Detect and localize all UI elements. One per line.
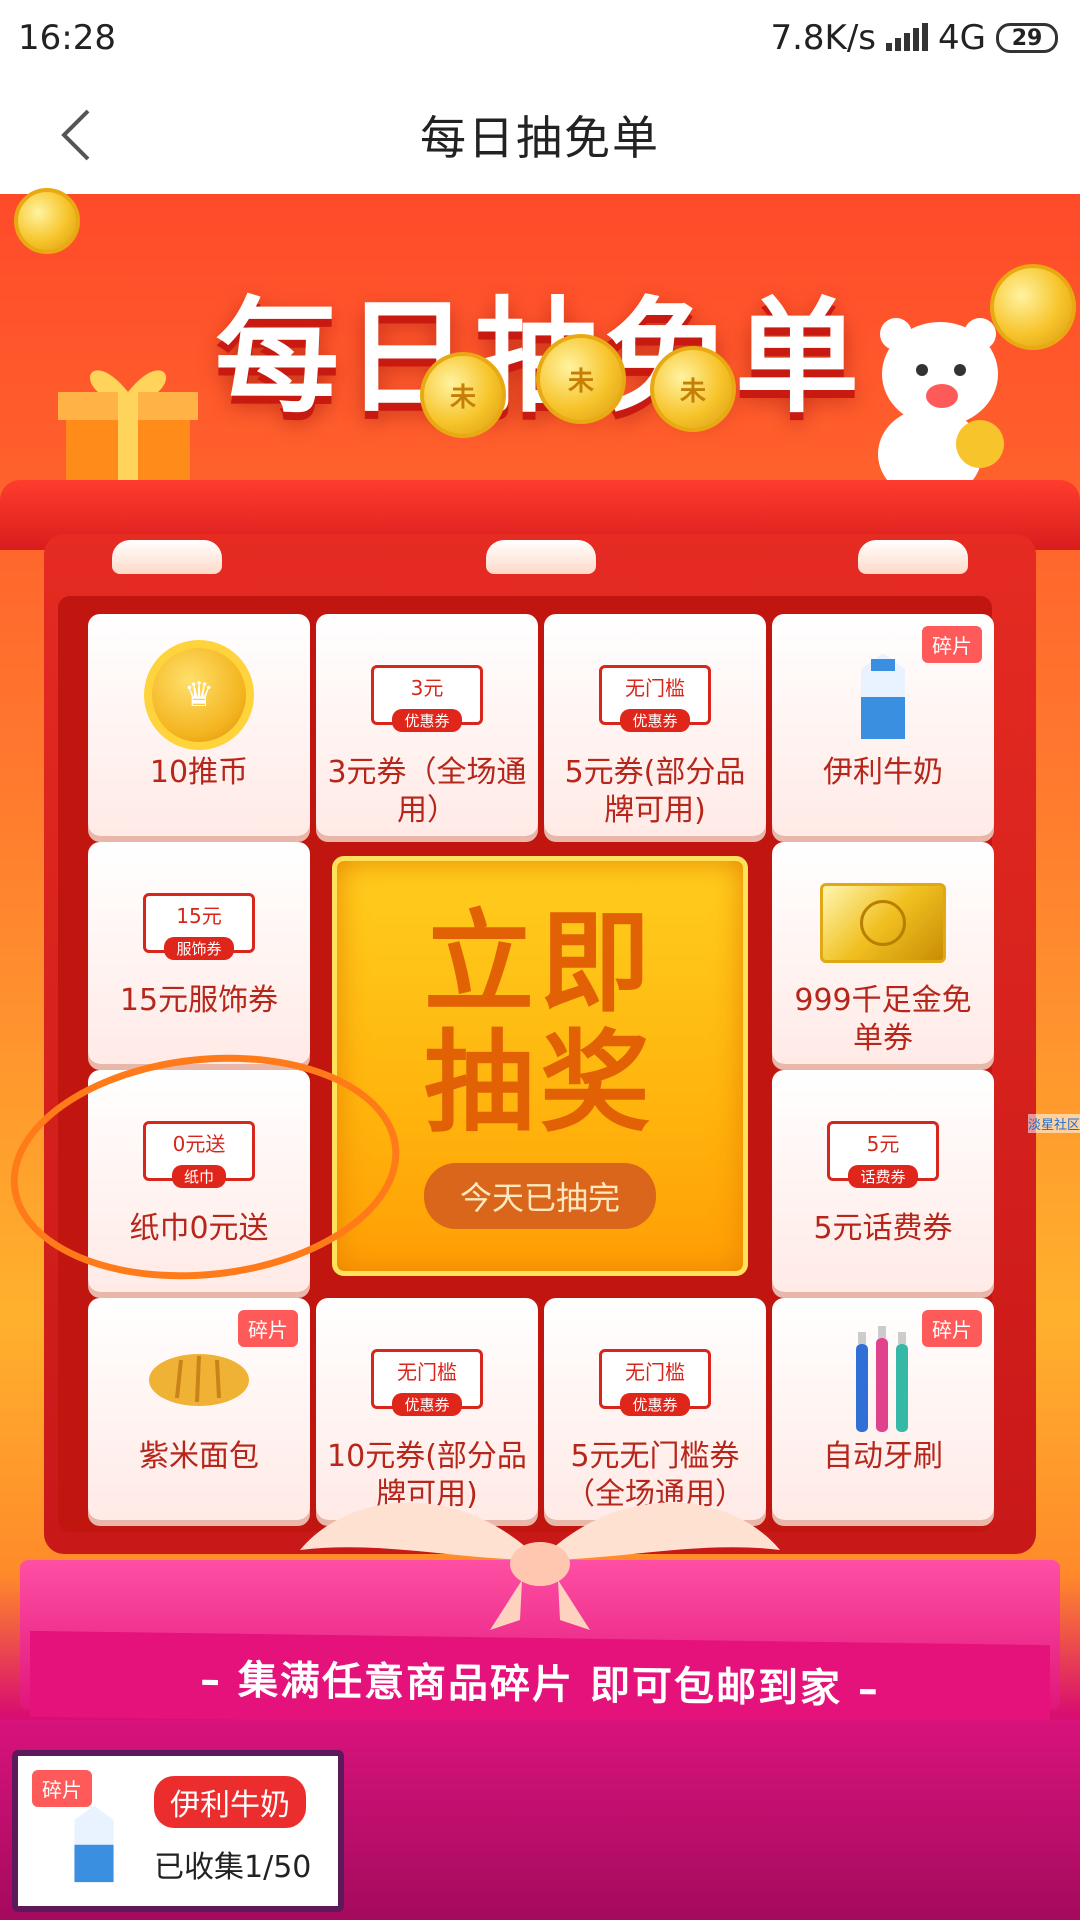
fragment-badge: 碎片: [922, 626, 982, 663]
milk-carton-icon: [74, 1805, 114, 1883]
page-title: 每日抽免单: [420, 111, 660, 165]
coupon-ticket-icon: 15元 服饰券: [143, 893, 255, 960]
prize-cell: 5元 话费券 5元话费券: [772, 1070, 994, 1292]
prize-label: 10推币: [149, 755, 249, 790]
coupon-ticket-icon: 3元 优惠券: [371, 665, 483, 732]
coupon-ticket-icon: 5元 话费券: [827, 1121, 939, 1188]
fragment-badge: 碎片: [238, 1310, 298, 1347]
bear-mascot-icon: [878, 318, 1004, 500]
signal-icon: [886, 23, 929, 51]
ribbon-bow-icon: [300, 1502, 780, 1630]
chevron-left-icon: [61, 109, 90, 161]
network-type: 4G: [938, 18, 986, 58]
prize-cell: 999千足金免单券: [772, 842, 994, 1064]
back-button[interactable]: [40, 100, 110, 170]
lamp: [112, 540, 222, 574]
prize-label: 伊利牛奶: [823, 755, 943, 790]
coin-icon: 未: [536, 334, 626, 424]
prize-label: 自动牙刷: [823, 1439, 943, 1474]
collection-card[interactable]: 碎片 伊利牛奶 已收集1/50: [12, 1750, 344, 1912]
prize-cell: 无门槛 优惠券 5元券(部分品牌可用): [544, 614, 766, 836]
draw-line-2: 抽奖: [424, 1019, 656, 1147]
network-speed: 7.8K/s: [770, 18, 877, 58]
prize-cell: 3元 优惠券 3元券（全场通用）: [316, 614, 538, 836]
crown-coin-icon: ♛: [144, 640, 254, 750]
prize-label: 5元话费券: [813, 1211, 953, 1246]
prize-cell: 15元 服饰券 15元服饰券: [88, 842, 310, 1064]
coin-icon: 未: [650, 346, 736, 432]
battery-icon: 29: [996, 23, 1058, 53]
lamp: [858, 540, 968, 574]
fragment-badge: 碎片: [922, 1310, 982, 1347]
collection-progress: 已收集1/50: [154, 1850, 312, 1885]
coin-icon: [14, 188, 80, 254]
prize-label: 999千足金免单券: [794, 983, 972, 1056]
bread-icon: [149, 1354, 249, 1406]
draw-line-1: 立即: [424, 899, 656, 1027]
coupon-ticket-icon: 无门槛 优惠券: [599, 1349, 711, 1416]
prize-cell: ♛ 10推币: [88, 614, 310, 836]
status-time: 16:28: [18, 18, 116, 58]
screen: 16:28 7.8K/s 4G 29 每日抽免单 每日抽免单 未 未 未: [0, 0, 1080, 1920]
prize-label: 15元服饰券: [119, 983, 279, 1018]
prize-cell: 碎片 伊利牛奶: [772, 614, 994, 836]
coupon-ticket-icon: 无门槛 优惠券: [599, 665, 711, 732]
nav-bar: 每日抽免单: [0, 76, 1080, 194]
coupon-ticket-icon: 无门槛 优惠券: [371, 1349, 483, 1416]
toothbrush-icon: [856, 1326, 908, 1432]
watermark-text: 淡星社区: [1027, 1114, 1080, 1133]
milk-carton-icon: [861, 653, 905, 739]
fragment-badge: 碎片: [32, 1770, 92, 1807]
coin-icon: 未: [420, 352, 506, 438]
draw-status-badge: 今天已抽完: [423, 1163, 656, 1229]
draw-button[interactable]: 立即 抽奖 今天已抽完: [332, 856, 748, 1276]
lamp: [486, 540, 596, 574]
prize-label: 5元券(部分品牌可用): [564, 755, 746, 828]
prize-label: 3元券（全场通用）: [327, 755, 527, 828]
gold-bar-icon: [820, 883, 946, 963]
status-bar: 16:28 7.8K/s 4G 29: [0, 0, 1080, 76]
prize-label: 紫米面包: [139, 1439, 259, 1474]
collect-banner: – 集满任意商品碎片 即可包邮到家 –: [30, 1630, 1050, 1732]
collection-item-name: 伊利牛奶: [154, 1776, 306, 1828]
